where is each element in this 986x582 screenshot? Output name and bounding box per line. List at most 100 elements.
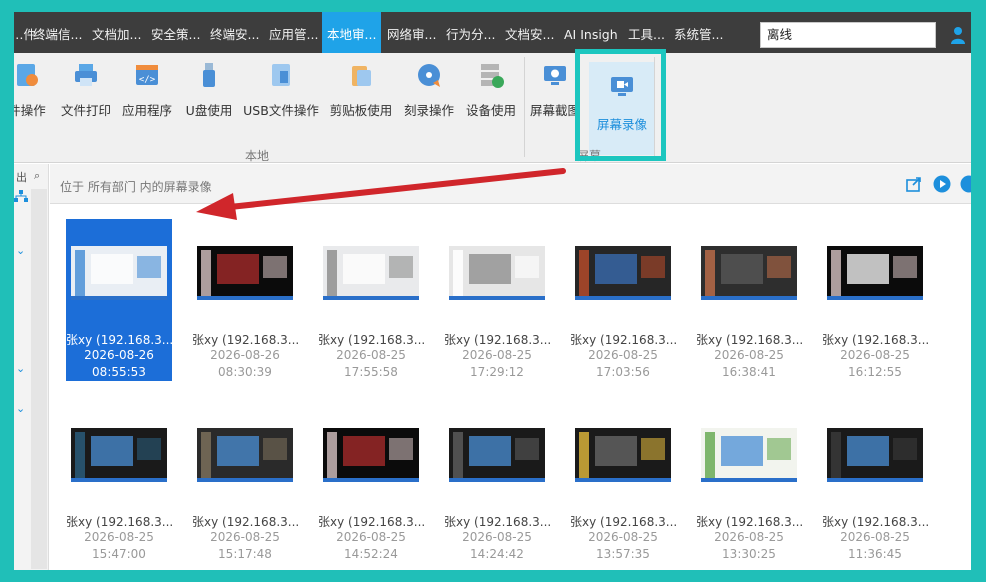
camera-monitor-icon: [544, 66, 566, 85]
recording-date: 2026-08-25: [336, 530, 406, 544]
chevron-down-icon[interactable]: ⌄: [16, 244, 25, 257]
tab-5[interactable]: 终端安...: [205, 12, 263, 53]
usb-drive-icon: [203, 63, 215, 87]
recording-thumbnail: [71, 246, 167, 300]
recording-item[interactable]: 张xy (192.168.3... 2026-08-25 17:03:56: [570, 219, 676, 381]
recording-date: 2026-08-25: [714, 530, 784, 544]
file-operation-label: 件操作: [14, 103, 46, 118]
usb-drive-label: U盘使用: [185, 103, 233, 118]
chevron-down-icon[interactable]: ⌄: [16, 402, 25, 415]
recording-thumbnail: [323, 428, 419, 482]
tree-search-label: 出: [16, 171, 27, 184]
export-icon[interactable]: [905, 175, 923, 193]
ribbon-toolbar: 件操作 文件打印 </> 应用程序 U盘使用 USB文件操作 剪贴板使用 刻录操…: [14, 53, 971, 163]
settings-icon[interactable]: [960, 175, 971, 193]
recording-time: 14:52:24: [344, 547, 398, 561]
recording-item[interactable]: 张xy (192.168.3... 2026-08-25 17:55:58: [318, 219, 424, 381]
tab-4[interactable]: 安全策...: [146, 12, 204, 53]
code-window-icon: </>: [136, 65, 158, 85]
file-operation-tool[interactable]: 件操作: [14, 61, 50, 123]
screenshot-tool[interactable]: 屏幕截图: [530, 61, 580, 123]
recording-item[interactable]: 张xy (192.168.3... 2026-08-26 08:55:53: [66, 219, 172, 381]
tab-7-active[interactable]: 本地审...: [322, 12, 381, 53]
tab-2[interactable]: 终端信...: [28, 12, 86, 53]
application-label: 应用程序: [121, 103, 172, 118]
device-usage-tool[interactable]: 设备使用: [465, 61, 517, 123]
recording-item[interactable]: 张xy (192.168.3... 2026-08-25 13:30:25: [696, 401, 802, 563]
tab-1[interactable]: …件…: [14, 12, 49, 53]
clipboard-icon: [352, 66, 371, 86]
burn-tool[interactable]: 刻录操作: [403, 61, 455, 123]
usb-file-operation-label: USB文件操作: [243, 103, 319, 118]
tree-scrollbar[interactable]: [31, 189, 47, 569]
tab-11[interactable]: AI Insigh: [559, 12, 623, 53]
recording-date: 2026-08-25: [588, 348, 658, 362]
recording-item[interactable]: 张xy (192.168.3... 2026-08-25 15:17:48: [192, 401, 298, 563]
tab-10[interactable]: 文档安...: [500, 12, 558, 53]
recording-item[interactable]: 张xy (192.168.3... 2026-08-25 14:52:24: [318, 401, 424, 563]
tab-8[interactable]: 网络审...: [382, 12, 440, 53]
path-text: 位于 所有部门 内的屏幕录像: [60, 180, 212, 194]
recording-user-label: 张xy (192.168.3...: [192, 515, 298, 529]
recording-date: 2026-08-25: [840, 530, 910, 544]
recording-thumbnail: [827, 246, 923, 300]
tab-3[interactable]: 文档加...: [87, 12, 145, 53]
recording-thumbnail: [71, 428, 167, 482]
recording-user-label: 张xy (192.168.3...: [444, 333, 550, 347]
tree-search[interactable]: 出 ⌕: [14, 169, 48, 187]
recording-date: 2026-08-25: [462, 348, 532, 362]
recording-thumbnail: [827, 428, 923, 482]
recording-user-label: 张xy (192.168.3...: [318, 333, 424, 347]
recording-item[interactable]: 张xy (192.168.3... 2026-08-25 16:38:41: [696, 219, 802, 381]
org-tree-icon[interactable]: [14, 190, 28, 202]
app-window: …件… 终端信... 文档加... 安全策... 终端安... 应用管... 本…: [14, 12, 971, 570]
recording-user-label: 张xy (192.168.3...: [570, 333, 676, 347]
user-icon[interactable]: [950, 26, 966, 44]
recording-thumbnail: [575, 246, 671, 300]
recording-item[interactable]: 张xy (192.168.3... 2026-08-25 15:47:00: [66, 401, 172, 563]
recording-item[interactable]: 张xy (192.168.3... 2026-08-25 11:36:45: [822, 401, 928, 563]
file-operation-icon: [17, 64, 38, 86]
recording-item[interactable]: 张xy (192.168.3... 2026-08-26 08:30:39: [192, 219, 298, 381]
file-print-tool[interactable]: 文件打印: [58, 61, 114, 123]
recording-time: 13:57:35: [596, 547, 650, 561]
recording-date: 2026-08-25: [336, 348, 406, 362]
department-tree-panel: 出 ⌕ ⌄ ⌄ ⌄: [14, 164, 49, 570]
search-input[interactable]: 离线: [760, 22, 936, 48]
usb-file-operation-tool[interactable]: USB文件操作: [243, 61, 319, 123]
recording-user-label: 张xy (192.168.3...: [66, 333, 172, 347]
clipboard-tool[interactable]: 剪贴板使用: [329, 61, 393, 123]
search-icon: ⌕: [34, 169, 41, 182]
recording-time: 15:17:48: [218, 547, 272, 561]
group-label-local: 本地: [245, 149, 270, 163]
tab-12[interactable]: 工具...: [623, 12, 669, 53]
recording-time: 15:47:00: [92, 547, 146, 561]
recording-item[interactable]: 张xy (192.168.3... 2026-08-25 16:12:55: [822, 219, 928, 381]
recording-time: 17:55:58: [344, 365, 398, 379]
screenshot-label: 屏幕截图: [530, 103, 581, 118]
recording-time: 17:03:56: [596, 365, 650, 379]
clipboard-label: 剪贴板使用: [329, 103, 393, 118]
recording-user-label: 张xy (192.168.3...: [696, 515, 802, 529]
chevron-down-icon[interactable]: ⌄: [16, 362, 25, 375]
ribbon-divider: [524, 57, 525, 157]
recording-user-label: 张xy (192.168.3...: [822, 333, 928, 347]
recording-item[interactable]: 张xy (192.168.3... 2026-08-25 14:24:42: [444, 401, 550, 563]
recording-item[interactable]: 张xy (192.168.3... 2026-08-25 17:29:12: [444, 219, 550, 381]
recording-time: 16:12:55: [848, 365, 902, 379]
application-tool[interactable]: </> 应用程序: [121, 61, 173, 123]
recording-date: 2026-08-26: [210, 348, 280, 362]
recording-user-label: 张xy (192.168.3...: [192, 333, 298, 347]
tab-13[interactable]: 系统管...: [669, 12, 727, 53]
recording-thumbnail: [575, 428, 671, 482]
recording-item[interactable]: 张xy (192.168.3... 2026-08-25 13:57:35: [570, 401, 676, 563]
usb-drive-tool[interactable]: U盘使用: [184, 61, 234, 123]
highlight-box: [575, 49, 666, 161]
tab-9[interactable]: 行为分...: [441, 12, 499, 53]
recording-time: 08:55:53: [92, 365, 146, 379]
play-icon[interactable]: [933, 175, 951, 193]
recording-thumbnail: [701, 428, 797, 482]
recording-thumbnail: [197, 246, 293, 300]
tab-6[interactable]: 应用管...: [264, 12, 322, 53]
recording-thumbnail: [701, 246, 797, 300]
